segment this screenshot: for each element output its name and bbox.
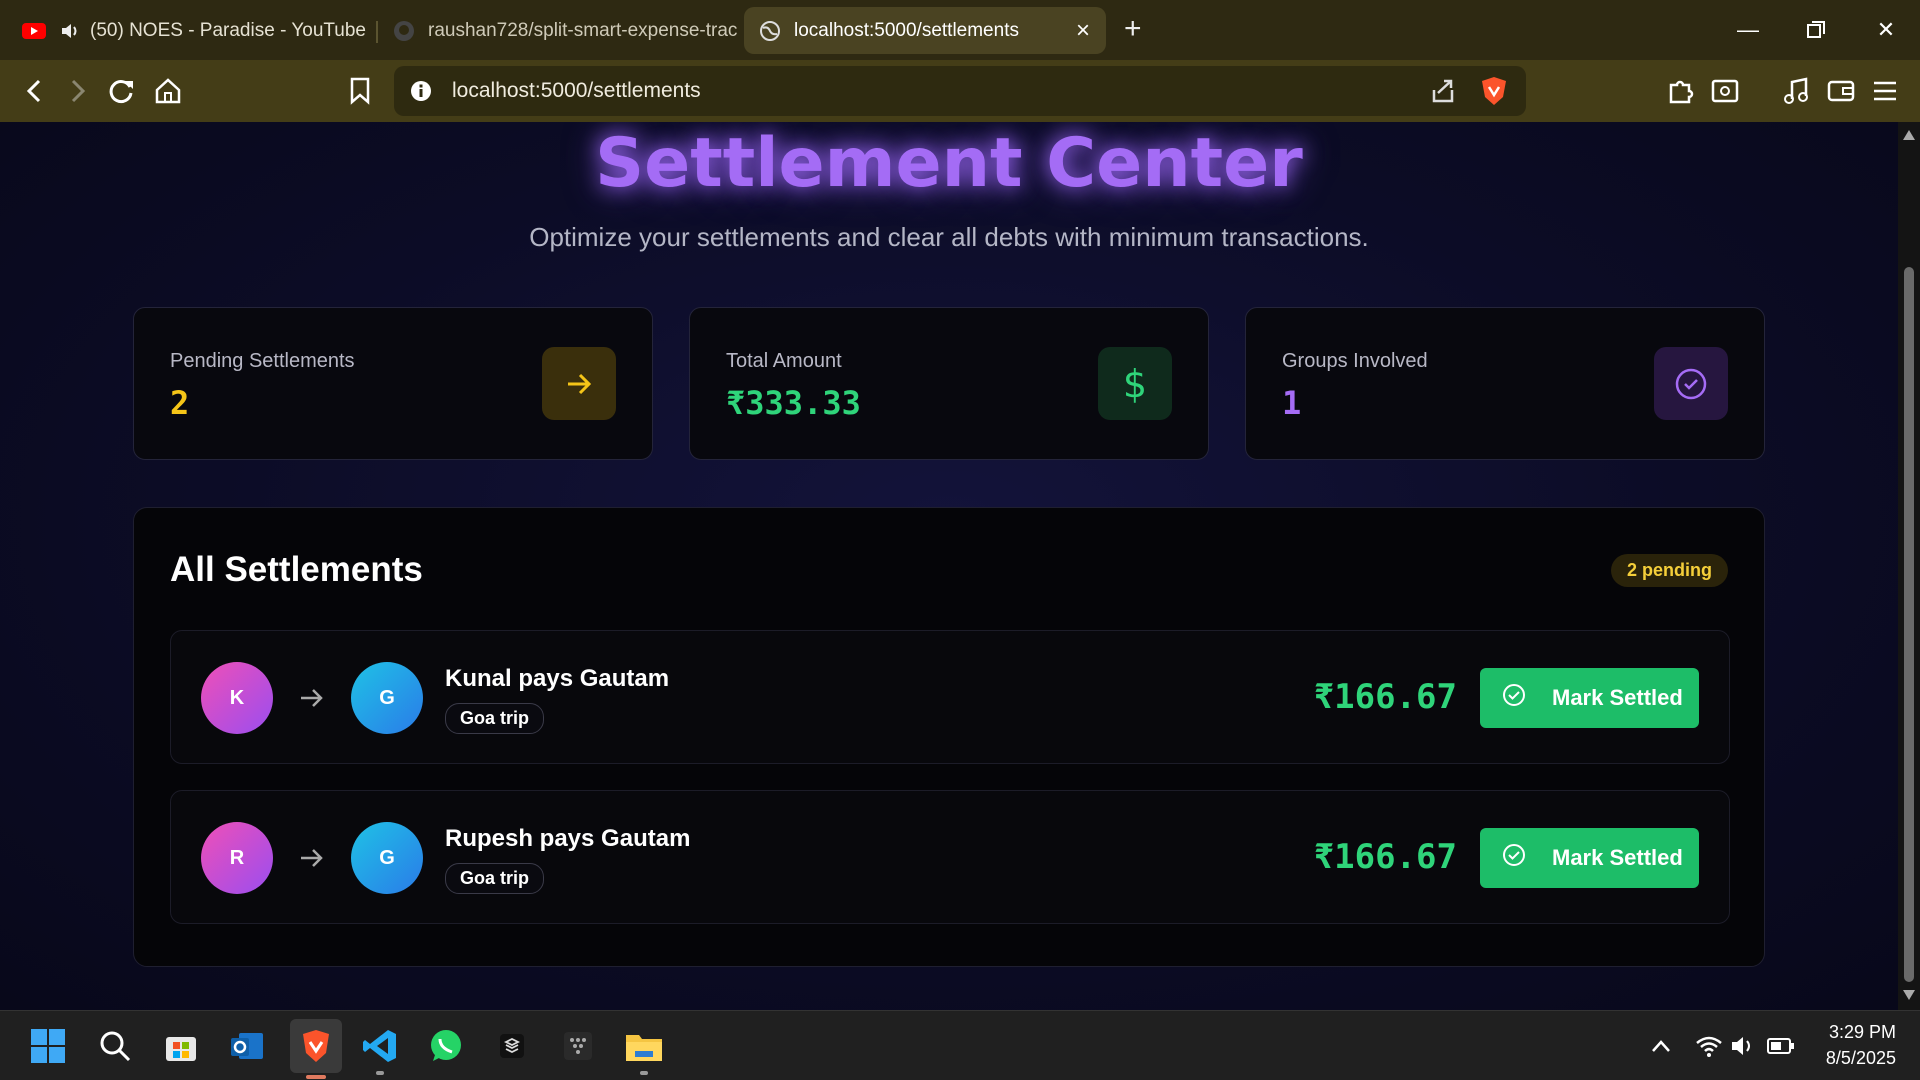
- section-title: All Settlements: [170, 550, 423, 589]
- avatar-from: K: [201, 662, 273, 734]
- tab-github[interactable]: raushan728/split-smart-expense-trac: [378, 7, 742, 54]
- whatsapp-icon[interactable]: [423, 1023, 469, 1069]
- avatar-from: R: [201, 822, 273, 894]
- avatar-to: G: [351, 662, 423, 734]
- file-explorer-icon[interactable]: [621, 1023, 667, 1075]
- scroll-down-icon[interactable]: [1903, 987, 1915, 1005]
- stat-value: ₹333.33: [726, 384, 861, 422]
- page-title: Settlement Center: [595, 124, 1303, 203]
- menu-icon[interactable]: [1868, 74, 1902, 108]
- github-icon: [392, 19, 416, 43]
- scroll-up-icon[interactable]: [1903, 127, 1915, 145]
- brave-shield-icon[interactable]: [1480, 75, 1508, 112]
- speaker-icon[interactable]: [58, 19, 82, 43]
- close-tab-icon[interactable]: ×: [1076, 17, 1090, 45]
- page-subtitle: Optimize your settlements and clear all …: [529, 222, 1369, 252]
- minimize-icon[interactable]: —: [1728, 10, 1768, 50]
- stat-label: Pending Settlements: [170, 350, 355, 372]
- extensions-icon[interactable]: [1664, 74, 1698, 108]
- settlement-title: Kunal pays Gautam: [445, 665, 670, 692]
- mark-settled-button[interactable]: Mark Settled: [1480, 828, 1699, 888]
- settlement-amount: ₹166.67: [1313, 677, 1457, 717]
- button-label: Mark Settled: [1552, 685, 1683, 710]
- share-icon[interactable]: [1430, 78, 1456, 109]
- arrow-right-icon: [299, 846, 325, 875]
- forward-icon[interactable]: [61, 74, 95, 108]
- back-icon[interactable]: [17, 74, 51, 108]
- stat-value: 1: [1282, 384, 1302, 422]
- avatar-to: G: [351, 822, 423, 894]
- new-tab-icon[interactable]: +: [1124, 12, 1142, 46]
- tab-settlements[interactable]: localhost:5000/settlements ×: [744, 7, 1106, 54]
- active-indicator: [306, 1075, 326, 1079]
- settlement-row: K G Kunal pays Gautam Goa trip ₹166.67 M…: [170, 630, 1730, 764]
- battery-icon[interactable]: [1758, 1023, 1804, 1069]
- bookmark-icon[interactable]: [343, 74, 377, 108]
- chevron-up-icon[interactable]: [1638, 1023, 1684, 1069]
- app-cube-icon[interactable]: [489, 1023, 535, 1069]
- restore-icon[interactable]: [1796, 10, 1836, 50]
- stat-value: 2: [170, 384, 190, 422]
- music-icon[interactable]: [1780, 74, 1814, 108]
- search-icon[interactable]: [92, 1023, 138, 1069]
- check-circle-icon: [1654, 347, 1728, 420]
- taskbar: 3:29 PM 8/5/2025: [0, 1010, 1920, 1080]
- wallet-icon[interactable]: [1824, 74, 1858, 108]
- clock-time: 3:29 PM: [1828, 1022, 1896, 1042]
- check-circle-icon: [1502, 683, 1526, 713]
- vscode-icon[interactable]: [357, 1023, 403, 1075]
- home-icon[interactable]: [151, 74, 185, 108]
- stat-card-total: Total Amount ₹333.33 $: [689, 307, 1209, 460]
- arrow-right-icon: [299, 686, 325, 715]
- page-content: Settlement Center Optimize your settleme…: [0, 122, 1898, 1010]
- clock-date: 8/5/2025: [1825, 1048, 1896, 1068]
- button-label: Mark Settled: [1552, 845, 1683, 870]
- stat-label: Total Amount: [726, 350, 842, 372]
- settlement-title: Rupesh pays Gautam: [445, 825, 691, 852]
- settlements-panel: All Settlements 2 pending K G Kunal pays…: [133, 507, 1765, 967]
- windows-start-icon[interactable]: [25, 1023, 71, 1069]
- scrollbar-thumb[interactable]: [1904, 267, 1914, 982]
- arrow-right-icon: [542, 347, 616, 420]
- brave-browser-icon[interactable]: [290, 1019, 342, 1079]
- group-tag: Goa trip: [445, 863, 545, 894]
- settlement-row: R G Rupesh pays Gautam Goa trip ₹166.67 …: [170, 790, 1730, 924]
- tab-youtube[interactable]: (50) NOES - Paradise - YouTube: [8, 7, 378, 54]
- globe-icon: [758, 19, 782, 43]
- app-dots-icon[interactable]: [555, 1023, 601, 1069]
- reader-mode-icon[interactable]: [1708, 74, 1742, 108]
- reload-icon[interactable]: [105, 74, 139, 108]
- outlook-icon[interactable]: [224, 1023, 270, 1069]
- microsoft-store-icon[interactable]: [158, 1023, 204, 1069]
- close-window-icon[interactable]: ✕: [1866, 10, 1906, 50]
- browser-toolbar: localhost:5000/settlements: [0, 60, 1920, 122]
- dollar-icon: $: [1098, 347, 1172, 420]
- system-clock[interactable]: 3:29 PM 8/5/2025: [1826, 1019, 1896, 1071]
- mark-settled-button[interactable]: Mark Settled: [1480, 668, 1699, 728]
- page-scrollbar[interactable]: [1898, 122, 1920, 1010]
- stat-card-pending: Pending Settlements 2: [133, 307, 653, 460]
- running-indicator: [640, 1071, 648, 1075]
- stat-card-groups: Groups Involved 1: [1245, 307, 1765, 460]
- url-text: localhost:5000/settlements: [452, 79, 701, 102]
- running-indicator: [376, 1071, 384, 1075]
- tab-label: (50) NOES - Paradise - YouTube: [90, 19, 366, 41]
- site-info-icon[interactable]: [410, 80, 432, 107]
- tab-label: localhost:5000/settlements: [794, 19, 1019, 41]
- stat-label: Groups Involved: [1282, 350, 1428, 372]
- address-bar[interactable]: localhost:5000/settlements: [394, 66, 1526, 116]
- check-circle-icon: [1502, 843, 1526, 873]
- tab-label: raushan728/split-smart-expense-trac: [428, 19, 738, 41]
- tab-strip: (50) NOES - Paradise - YouTube raushan72…: [0, 0, 1920, 60]
- pending-badge: 2 pending: [1611, 554, 1728, 587]
- settlement-amount: ₹166.67: [1313, 837, 1457, 877]
- group-tag: Goa trip: [445, 703, 545, 734]
- youtube-icon: [22, 19, 46, 43]
